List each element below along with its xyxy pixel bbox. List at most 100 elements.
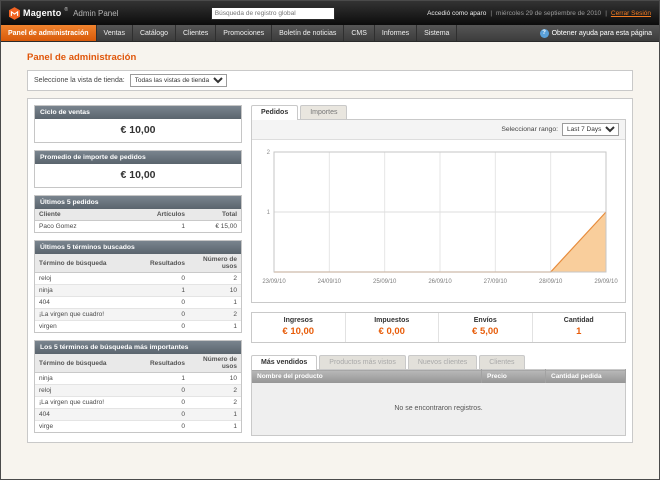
table-cell: 404 [35, 409, 145, 421]
totals-bar: Ingresos€ 10,00Impuestos€ 0,00Envíos€ 5,… [251, 312, 626, 343]
table-cell: 2 [189, 309, 241, 321]
range-select[interactable]: Last 7 Days [562, 123, 619, 136]
table-cell: 10 [189, 285, 241, 297]
table-cell: 1 [189, 409, 241, 421]
card-title: Últimos 5 pedidos [35, 196, 241, 209]
svg-text:24/09/10: 24/09/10 [318, 279, 342, 285]
table-cell: 2 [189, 273, 241, 285]
average-orders-value: € 10,00 [35, 164, 241, 187]
nav-item[interactable]: Panel de administración [1, 25, 97, 41]
logout-link[interactable]: Cerrar Sesión [611, 10, 651, 17]
table-header-row: Término de búsquedaResultadosNúmero de u… [35, 254, 241, 273]
store-view-label: Seleccione la vista de tienda: [34, 77, 125, 84]
separator: | [605, 10, 607, 17]
table-cell: 2 [189, 397, 241, 409]
total-value: € 10,00 [252, 326, 345, 337]
svg-text:2: 2 [267, 150, 271, 156]
table-row[interactable]: ninja110 [35, 373, 241, 385]
help-icon: ? [540, 29, 549, 38]
global-search [118, 7, 427, 20]
help-link[interactable]: ? Obtener ayuda para esta página [540, 25, 659, 41]
column-header: Término de búsqueda [35, 254, 145, 273]
report-tab: Nuevos clientes [408, 355, 477, 369]
table-cell: 0 [145, 273, 189, 285]
table-cell: 0 [145, 321, 189, 333]
card-title: Los 5 términos de búsqueda más important… [35, 341, 241, 354]
dashboard-total: Cantidad1 [532, 313, 626, 342]
table-cell: ninja [35, 373, 145, 385]
table-cell: ¡La virgen que cuadro! [35, 397, 145, 409]
magento-logo-icon [9, 7, 20, 20]
table-cell: € 15,00 [189, 221, 241, 233]
table-row[interactable]: virgen01 [35, 321, 241, 333]
nav-item[interactable]: Ventas [97, 25, 133, 41]
content-area: Panel de administración Seleccione la vi… [1, 42, 659, 479]
table-cell: 1 [145, 285, 189, 297]
table-row[interactable]: ¡La virgen que cuadro!02 [35, 397, 241, 409]
table-row[interactable]: virge01 [35, 421, 241, 433]
chart-toolbar: Seleccionar rango: Last 7 Days [252, 120, 625, 140]
nav-item[interactable]: Informes [375, 25, 417, 41]
chart-tab[interactable]: Pedidos [251, 105, 298, 120]
table-row[interactable]: Paco Gomez1€ 15,00 [35, 221, 241, 233]
table-cell: reloj [35, 385, 145, 397]
products-grid: Nombre del productoPrecioCantidad pedida… [251, 369, 626, 436]
total-label: Envíos [439, 317, 532, 324]
magento-admin-window: Magento ® Admin Panel Accedió como aparo… [0, 0, 660, 480]
account-info: Accedió como aparo | miércoles 29 de sep… [427, 10, 651, 17]
nav-item[interactable]: Boletín de noticias [272, 25, 344, 41]
table-cell: 0 [145, 409, 189, 421]
table-row[interactable]: ¡La virgen que cuadro!02 [35, 309, 241, 321]
report-tabs: Más vendidosProductos más vistosNuevos c… [251, 355, 626, 369]
lifetime-sales-card: Ciclo de ventas € 10,00 [34, 105, 242, 143]
svg-text:28/09/10: 28/09/10 [539, 279, 563, 285]
table-row[interactable]: reloj02 [35, 385, 241, 397]
nav-item[interactable]: Catálogo [133, 25, 176, 41]
table-cell: 1 [145, 221, 189, 233]
chart-tabs: PedidosImportes [251, 105, 626, 119]
table-cell: 1 [145, 373, 189, 385]
magento-logo[interactable]: Magento ® Admin Panel [9, 7, 118, 20]
table-row[interactable]: reloj02 [35, 273, 241, 285]
separator: | [490, 10, 492, 17]
table-cell: ninja [35, 285, 145, 297]
dashboard-left-column: Ciclo de ventas € 10,00 Promedio de impo… [34, 105, 242, 433]
nav-item[interactable]: Sistema [417, 25, 457, 41]
last-orders-table: ClienteArtículosTotalPaco Gomez1€ 15,00 [35, 209, 241, 232]
range-label: Seleccionar rango: [501, 126, 558, 133]
top-search-terms-card: Los 5 términos de búsqueda más important… [34, 340, 242, 433]
top-header-bar: Magento ® Admin Panel Accedió como aparo… [1, 1, 659, 25]
grid-column-header: Precio [482, 370, 546, 384]
report-tab[interactable]: Más vendidos [251, 355, 317, 370]
table-row[interactable]: 40401 [35, 297, 241, 309]
table-cell: 0 [145, 385, 189, 397]
store-view-switcher: Seleccione la vista de tienda: Todas las… [27, 70, 633, 91]
current-date: miércoles 29 de septiembre de 2010 [496, 10, 601, 17]
chart-panel: Seleccionar rango: Last 7 Days 23/09/102… [251, 119, 626, 303]
dashboard-panel: Ciclo de ventas € 10,00 Promedio de impo… [27, 98, 633, 443]
nav-item[interactable]: CMS [344, 25, 375, 41]
top-search-table: Término de búsquedaResultadosNúmero de u… [35, 354, 241, 432]
products-grid-header-row: Nombre del productoPrecioCantidad pedida [252, 370, 626, 384]
nav-item[interactable]: Promociones [216, 25, 272, 41]
table-row[interactable]: 40401 [35, 409, 241, 421]
column-header: Total [189, 209, 241, 221]
grid-column-header: Nombre del producto [252, 370, 482, 384]
global-search-input[interactable] [211, 7, 335, 20]
table-row[interactable]: ninja110 [35, 285, 241, 297]
table-cell: 1 [189, 321, 241, 333]
page-title: Panel de administración [27, 52, 633, 63]
column-header: Número de usos [189, 354, 241, 373]
chart-tab[interactable]: Importes [300, 105, 347, 119]
table-cell: 0 [145, 309, 189, 321]
store-view-select[interactable]: Todas las vistas de tienda [130, 74, 227, 87]
dashboard-right-column: PedidosImportes Seleccionar rango: Last … [251, 105, 626, 436]
table-cell: 1 [189, 297, 241, 309]
total-value: 1 [533, 326, 626, 337]
orders-chart-area: 23/09/1024/09/1025/09/1026/09/1027/09/10… [252, 140, 625, 302]
dashboard-total: Ingresos€ 10,00 [252, 313, 345, 342]
table-header-row: Término de búsquedaResultadosNúmero de u… [35, 354, 241, 373]
nav-item[interactable]: Clientes [176, 25, 216, 41]
column-header: Cliente [35, 209, 145, 221]
column-header: Número de usos [189, 254, 241, 273]
